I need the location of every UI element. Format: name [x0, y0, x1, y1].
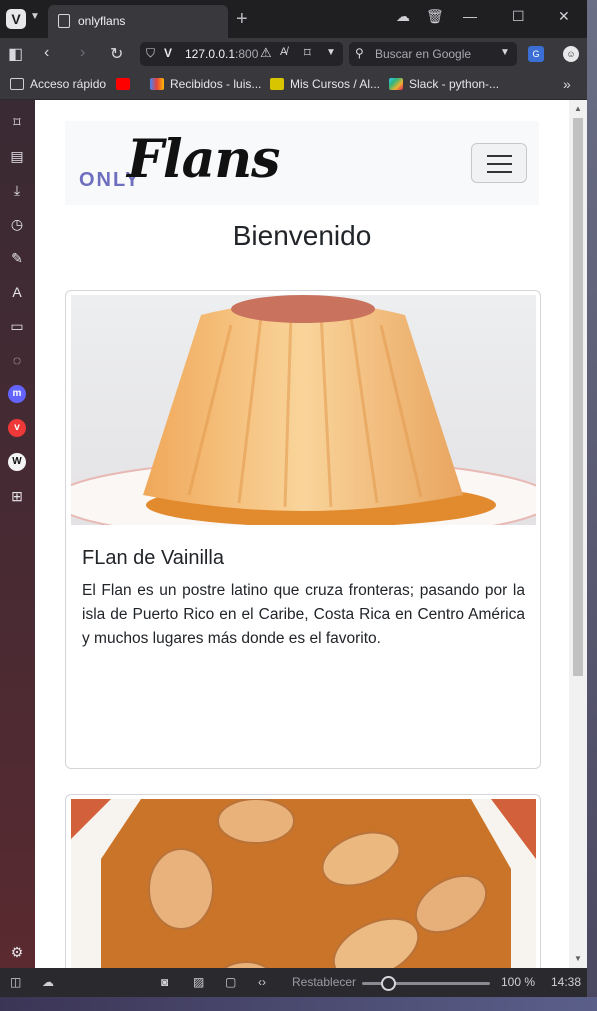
url-text: 127.0.0.1:800	[185, 47, 258, 61]
notes-icon[interactable]: ✎	[8, 249, 26, 267]
back-icon[interactable]: ‹	[44, 44, 49, 62]
page-tiling-icon[interactable]: ▢	[225, 975, 236, 989]
code-icon[interactable]: ‹›	[258, 975, 266, 989]
shield-icon[interactable]: ⛉	[146, 46, 155, 61]
bookmark-icon[interactable]: ⌑	[8, 113, 26, 131]
search-placeholder: Buscar en Google	[375, 47, 472, 61]
url-field[interactable]: ⛉ V 127.0.0.1:800 ⚠ A̸ ⌑ ▼	[140, 42, 343, 66]
cloud-icon[interactable]: ☁	[396, 8, 410, 25]
flan-card	[65, 794, 541, 968]
bookmark-quick-access[interactable]: Acceso rápido	[10, 77, 106, 91]
vivaldi-icon[interactable]: v	[8, 419, 26, 437]
search-field[interactable]: ⚲ Buscar en Google ▼	[349, 42, 517, 66]
desktop-background	[0, 997, 597, 1011]
side-panel: ⌑ ▤ ⤓ ◷ ✎ A ▭ ◌ m v W ⊞ ⚙	[0, 100, 35, 968]
cursos-icon	[270, 78, 284, 90]
image-icon[interactable]: ▨	[193, 975, 204, 989]
bookmark-youtube[interactable]	[116, 77, 136, 91]
browser-window: V ▼ onlyflans + ☁ 🗑 — ☐ ✕ ◧ ‹ › ↻ ⛉ V 12…	[0, 0, 587, 997]
zoom-level: 100 %	[501, 975, 536, 989]
page-scrollbar[interactable]: ▲ ▼	[569, 100, 587, 968]
scroll-up-icon[interactable]: ▲	[574, 104, 582, 113]
bookmark-label: Acceso rápido	[30, 77, 107, 91]
search-engine-dropdown-icon[interactable]: ▼	[500, 47, 510, 58]
forward-icon[interactable]: ›	[80, 44, 85, 62]
status-bar: ◫ ☁ ◙ ▨ ▢ ‹› Restablecer 100 % 14:38	[0, 968, 587, 997]
site-navbar: ONLY Flans	[65, 121, 539, 205]
hamburger-line	[487, 171, 512, 173]
translate-icon[interactable]: A	[8, 283, 26, 301]
profile-icon[interactable]: ☺	[563, 46, 579, 62]
card-text: El Flan es un postre latino que cruza fr…	[82, 582, 525, 647]
bookmark-page-icon[interactable]: ⌑	[304, 45, 311, 61]
address-bar: ◧ ‹ › ↻ ⛉ V 127.0.0.1:800 ⚠ A̸ ⌑ ▼ ⚲ Bus…	[0, 38, 587, 70]
vivaldi-badge-icon: V	[164, 46, 173, 60]
tab-onlyflans[interactable]: onlyflans	[48, 5, 228, 38]
reload-icon[interactable]: ↻	[110, 44, 123, 64]
maximize-icon[interactable]: ☐	[512, 8, 525, 25]
card-title: FLan de Vainilla	[82, 547, 224, 569]
mastodon-icon[interactable]: m	[8, 385, 26, 403]
scrollbar-thumb[interactable]	[573, 118, 583, 676]
panel-toggle-icon[interactable]: ◧	[8, 44, 23, 64]
tab-bar: V ▼ onlyflans + ☁ 🗑 — ☐ ✕	[0, 0, 587, 38]
navbar-toggle-button[interactable]	[471, 143, 527, 183]
bookmark-slack[interactable]: Slack - python-...	[389, 77, 499, 91]
trash-icon[interactable]: 🗑	[426, 8, 444, 25]
sync-cloud-icon[interactable]: ☁	[42, 975, 54, 989]
slack-icon	[389, 78, 403, 90]
hamburger-line	[487, 155, 512, 157]
add-panel-icon[interactable]: ⊞	[8, 487, 26, 505]
url-dropdown-icon[interactable]: ▼	[326, 47, 336, 58]
translate-extension-icon[interactable]: G	[528, 46, 544, 62]
bookmark-label: Slack - python-...	[409, 77, 500, 91]
new-tab-icon[interactable]: +	[236, 8, 248, 31]
flan-card: FLan de Vainilla El Flan es un postre la…	[65, 290, 541, 769]
page-title: Bienvenido	[232, 220, 372, 251]
window-icon[interactable]: ▭	[8, 317, 26, 335]
url-port: :800	[235, 47, 259, 61]
speed-dial-icon	[10, 78, 24, 90]
zoom-reset-button[interactable]: Restablecer	[292, 975, 356, 989]
wikipedia-icon[interactable]: W	[8, 453, 26, 471]
page-viewport[interactable]: ONLY Flans Bienvenido FLan de Vainilla E…	[35, 100, 587, 968]
chat-icon[interactable]: ◌	[8, 351, 26, 369]
panel-toggle-icon[interactable]: ◫	[10, 975, 21, 989]
vivaldi-menu-icon[interactable]: V	[6, 9, 26, 29]
scroll-down-icon[interactable]: ▼	[574, 954, 582, 963]
minimize-icon[interactable]: —	[463, 8, 477, 24]
page-icon	[58, 14, 70, 28]
history-icon[interactable]: ◷	[8, 215, 26, 233]
reading-list-icon[interactable]: ▤	[8, 147, 26, 165]
bookmarks-bar: Acceso rápido Recibidos - luis... Mis Cu…	[0, 70, 587, 100]
hamburger-line	[487, 163, 512, 165]
chevron-down-icon[interactable]: ▼	[30, 11, 40, 22]
download-icon[interactable]: ⤓	[8, 181, 26, 199]
bookmark-label: Mis Cursos / Al...	[290, 77, 381, 91]
translate-icon[interactable]: A̸	[280, 46, 287, 58]
search-icon: ⚲	[355, 46, 364, 60]
flan-vanilla-image	[71, 295, 536, 525]
warning-icon[interactable]: ⚠	[260, 45, 272, 61]
clock-time: 14:38	[551, 975, 582, 989]
youtube-icon	[116, 78, 130, 90]
bookmark-cursos[interactable]: Mis Cursos / Al...	[270, 77, 380, 91]
tab-title: onlyflans	[78, 14, 126, 28]
desktop-background	[587, 0, 597, 1011]
bookmark-label: Recibidos - luis...	[170, 77, 262, 91]
url-host: 127.0.0.1	[185, 47, 236, 61]
settings-icon[interactable]: ⚙	[8, 943, 26, 961]
more-bookmarks-icon[interactable]: »	[563, 76, 571, 92]
zoom-slider-handle[interactable]	[381, 976, 396, 991]
flan-cookies-image	[71, 799, 536, 968]
brand-flans: Flans	[127, 129, 280, 190]
gmail-icon	[150, 78, 164, 90]
camera-icon[interactable]: ◙	[161, 975, 168, 989]
close-icon[interactable]: ✕	[558, 8, 570, 25]
bookmark-gmail[interactable]: Recibidos - luis...	[150, 77, 261, 91]
